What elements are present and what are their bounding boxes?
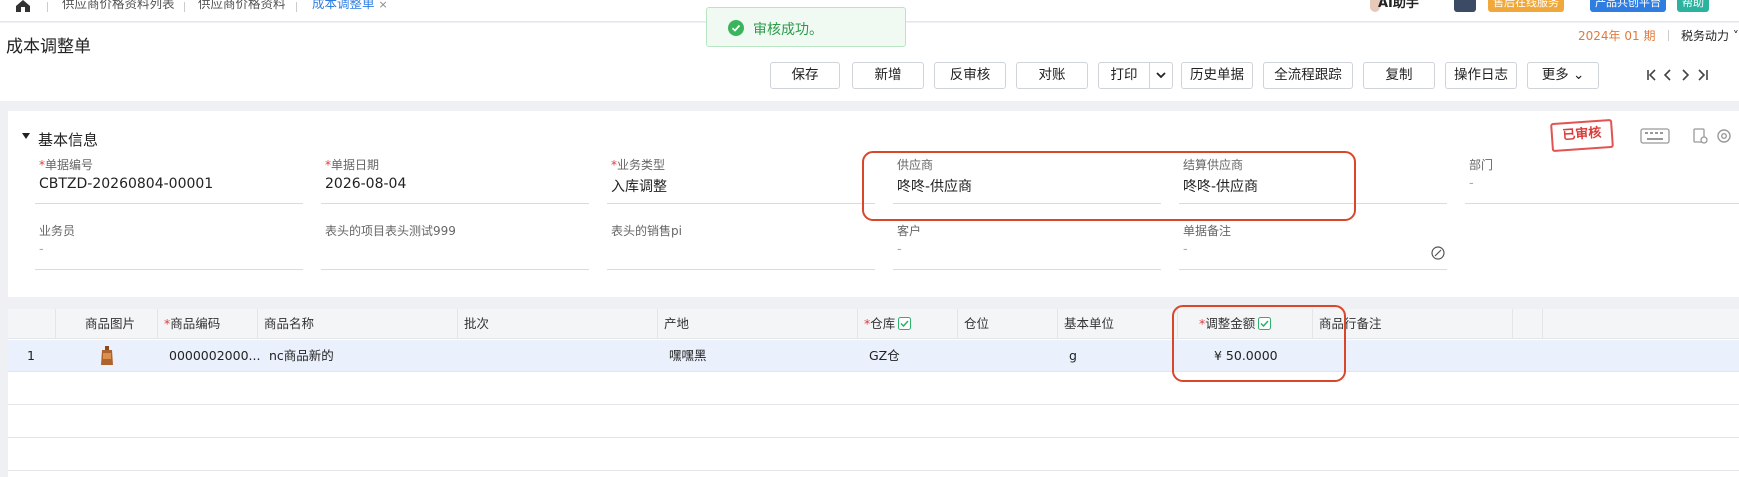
annotation-box-supplier	[862, 151, 1356, 221]
chevron-down-icon: ⌄	[1572, 67, 1585, 83]
tab-supplier-price-list[interactable]: 供应商价格资料列表	[62, 0, 175, 22]
reconcile-button[interactable]: 对账	[1016, 62, 1088, 89]
collapse-triangle-icon[interactable]	[22, 133, 30, 139]
field-label: 表头的项目表头测试999	[325, 224, 456, 238]
col-warehouse[interactable]: *仓库	[857, 309, 957, 339]
cell-origin: 嘿嘿黑	[669, 348, 707, 363]
add-button[interactable]: 新增	[852, 62, 924, 89]
header-separator	[1668, 30, 1669, 41]
success-toast: 审核成功。	[706, 7, 906, 47]
more-button[interactable]: 更多 ⌄	[1527, 62, 1599, 89]
field-label: 表头的销售pi	[611, 224, 682, 238]
copy-button[interactable]: 复制	[1363, 62, 1435, 89]
print-button[interactable]: 打印	[1098, 62, 1150, 89]
col-filler	[1542, 309, 1739, 339]
col-batch[interactable]: 批次	[457, 309, 657, 339]
field-value: CBTZD-20260804-00001	[39, 176, 214, 192]
field-header-project-test[interactable]: 表头的项目表头测试999	[321, 222, 589, 270]
field-label: 单据备注	[1183, 224, 1232, 238]
unaudit-button[interactable]: 反审核	[934, 62, 1006, 89]
keyboard-icon[interactable]	[1640, 128, 1670, 144]
save-button[interactable]: 保存	[770, 62, 840, 89]
page-title: 成本调整单	[6, 37, 91, 57]
tab-cost-adjustment[interactable]: 成本调整单 ×	[312, 0, 388, 22]
field-value: -	[897, 242, 902, 257]
field-label: 业务员	[39, 224, 76, 238]
table-header: 商品图片 *商品编码 商品名称 批次 产地 *仓库 仓位 基本单位 *调整金额 …	[8, 309, 1739, 339]
field-customer[interactable]: 客户 -	[893, 222, 1161, 270]
cell-batch[interactable]	[463, 340, 469, 372]
last-record-icon[interactable]	[1698, 69, 1708, 81]
col-unit[interactable]: 基本单位	[1057, 309, 1177, 339]
field-document-number[interactable]: *单据编号 CBTZD-20260804-00001	[35, 156, 303, 204]
help-button[interactable]: 帮助	[1677, 0, 1709, 12]
field-business-type[interactable]: *业务类型 入库调整	[607, 156, 875, 204]
table-row[interactable]: 1 0000002000... nc商品新的 嘿嘿黑 GZ仓 g ¥ 50.00…	[8, 340, 1739, 372]
field-label: 客户	[897, 224, 922, 238]
field-department[interactable]: 部门 -	[1465, 156, 1739, 204]
table-row-empty[interactable]	[8, 439, 1739, 471]
org-selector[interactable]: 税务动力 ˅	[1681, 27, 1739, 44]
col-code[interactable]: *商品编码	[157, 309, 257, 339]
checkbox-checked-icon[interactable]	[898, 317, 912, 330]
product-platform-button[interactable]: 产品共创平台	[1590, 0, 1666, 12]
home-icon[interactable]	[14, 0, 32, 12]
field-label: *单据日期	[325, 158, 380, 172]
field-value: 2026-08-04	[325, 176, 407, 192]
record-navigation	[1647, 69, 1708, 81]
chevron-down-icon	[1156, 72, 1166, 79]
tab-supplier-price[interactable]: 供应商价格资料	[198, 0, 286, 22]
col-origin[interactable]: 产地	[657, 309, 857, 339]
field-header-sales-pi[interactable]: 表头的销售pi	[607, 222, 875, 270]
ai-assistant-link[interactable]: AI助手	[1378, 0, 1419, 10]
field-salesperson[interactable]: 业务员 -	[35, 222, 303, 270]
annotation-box-amount	[1172, 305, 1346, 382]
trace-button[interactable]: 全流程跟踪	[1263, 62, 1353, 89]
cell-location[interactable]	[963, 340, 969, 372]
chevron-down-icon: ˅	[1732, 29, 1739, 43]
field-label: 部门	[1469, 158, 1494, 172]
top-search-icon[interactable]	[1454, 0, 1476, 12]
next-record-icon[interactable]	[1682, 69, 1690, 81]
section-title: 基本信息	[38, 131, 99, 149]
col-spacer	[1512, 309, 1542, 339]
table-row-empty[interactable]	[8, 406, 1739, 438]
detail-table: 商品图片 *商品编码 商品名称 批次 产地 *仓库 仓位 基本单位 *调整金额 …	[8, 309, 1739, 477]
product-image[interactable]	[99, 346, 115, 366]
accounting-period[interactable]: 2024年 01 期	[1578, 27, 1655, 44]
col-name[interactable]: 商品名称	[257, 309, 457, 339]
tab-close-icon[interactable]: ×	[379, 0, 388, 11]
field-value: -	[1183, 242, 1188, 257]
tab-separator	[296, 2, 297, 12]
cell-code: 0000002000...	[169, 348, 261, 363]
table-row-empty[interactable]	[8, 373, 1739, 405]
gear-icon[interactable]	[1716, 128, 1732, 144]
cell-unit: g	[1069, 348, 1077, 363]
cell-name: nc商品新的	[269, 348, 334, 363]
tab-separator	[184, 2, 185, 12]
tab-separator	[47, 2, 48, 12]
cell-warehouse[interactable]: GZ仓	[863, 340, 900, 372]
toast-message: 审核成功。	[753, 22, 823, 38]
field-value: -	[39, 242, 44, 257]
history-button[interactable]: 历史单据	[1181, 62, 1253, 89]
row-index: 1	[27, 348, 35, 363]
field-value: -	[1469, 176, 1474, 191]
field-label: *单据编号	[39, 158, 94, 172]
operation-log-button[interactable]: 操作日志	[1445, 62, 1517, 89]
col-image[interactable]: 商品图片	[55, 309, 165, 339]
field-document-date[interactable]: *单据日期 2026-08-04	[321, 156, 589, 204]
aftersales-button[interactable]: 售后在线服务	[1488, 0, 1564, 12]
audited-stamp: 已审核	[1550, 118, 1614, 153]
col-location[interactable]: 仓位	[957, 309, 1057, 339]
field-value: 入库调整	[611, 179, 667, 195]
first-record-icon[interactable]	[1647, 69, 1656, 81]
document-settings-icon[interactable]	[1692, 128, 1708, 144]
prev-record-icon[interactable]	[1663, 69, 1671, 81]
print-dropdown[interactable]	[1149, 62, 1173, 89]
field-label: *业务类型	[611, 158, 666, 172]
edit-remark-icon[interactable]	[1431, 246, 1445, 260]
field-document-remark[interactable]: 单据备注 -	[1179, 222, 1447, 270]
success-check-icon	[728, 20, 744, 36]
